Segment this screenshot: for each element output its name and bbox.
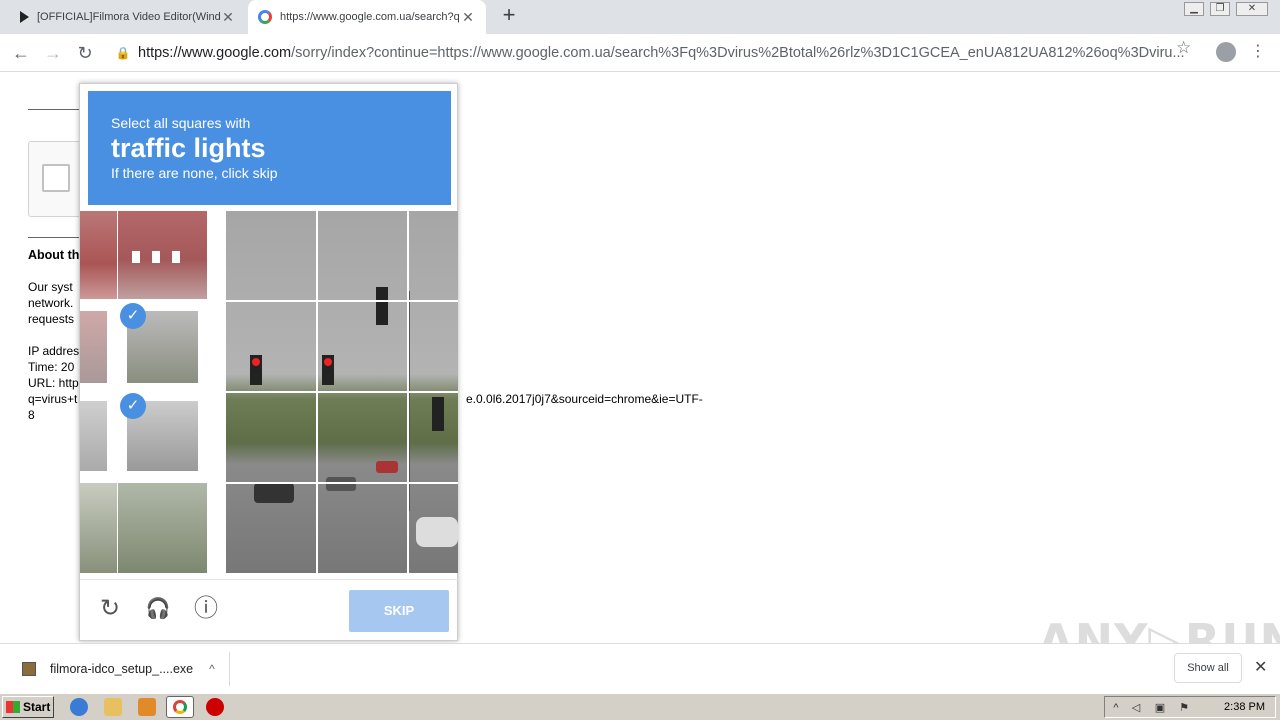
ie-icon[interactable] [70,698,88,716]
captcha-challenge: Select all squares with traffic lights I… [79,83,458,641]
about-heading: About th [28,248,80,262]
captcha-hint: If there are none, click skip [111,165,278,181]
captcha-tile[interactable] [118,211,207,299]
headphones-icon[interactable]: 🎧 [143,594,173,624]
flag-icon[interactable]: ⚑ [1177,701,1191,715]
captcha-tile[interactable] [80,311,107,383]
chrome-icon [173,700,187,714]
stop-icon[interactable] [206,698,224,716]
skip-button[interactable]: SKIP [349,590,449,632]
tab-strip: [OFFICIAL]Filmora Video Editor(Windows) … [0,0,1280,34]
close-icon[interactable]: ✕ [1254,657,1267,677]
show-all-button[interactable]: Show all [1174,653,1242,683]
folder-icon[interactable] [104,698,122,716]
reload-icon[interactable]: ↻ [95,594,125,624]
start-label: Start [23,700,51,714]
tab-title: [OFFICIAL]Filmora Video Editor(Windows) [37,11,220,23]
new-tab-button[interactable]: + [498,4,520,27]
page-text-line: URL: http [28,376,79,390]
check-icon: ✓ [120,303,146,329]
page-text-line: Time: 20 [28,360,75,374]
google-icon [258,10,272,24]
reload-icon[interactable]: ↻ [72,40,98,66]
page-text-line: network. [28,296,74,310]
taskbar: Start ^ ◁ ▣ ⚑ 2:38 PM [0,693,1280,720]
divider [28,237,80,238]
captcha-header: Select all squares with traffic lights I… [88,91,451,205]
page-text-line: 8 [28,408,35,422]
volume-icon[interactable]: ◁ [1129,701,1143,715]
url-tail-text: e.0.0l6.2017j0j7&sourceid=chrome&ie=UTF- [466,392,703,406]
back-icon[interactable]: ← [8,40,34,66]
close-icon[interactable]: ✕ [220,9,236,26]
network-icon[interactable]: ▣ [1153,701,1167,715]
tab-google-search[interactable]: https://www.google.com.ua/search?q=virus… [248,0,486,34]
address-bar[interactable]: 🔒 https://www.google.com/sorry/index?con… [108,38,1204,68]
clock[interactable]: 2:38 PM [1224,701,1265,713]
download-filename: filmora-idco_setup_....exe [50,662,194,676]
menu-icon[interactable]: ⋮ [1250,40,1266,64]
page-text-line: Our syst [28,280,73,294]
chrome-taskbar-button[interactable] [166,696,194,718]
recaptcha-checkbox[interactable] [42,164,70,192]
filmora-icon [20,11,29,23]
window-close-button[interactable]: ✕ [1236,2,1268,16]
windows-logo-icon [6,701,20,713]
browser-toolbar: ← → ↻ 🔒 https://www.google.com/sorry/ind… [0,34,1280,72]
captcha-image-grid: ✓ ✓ [80,211,458,573]
start-button[interactable]: Start [2,696,54,718]
divider [28,109,80,110]
media-player-icon[interactable] [138,698,156,716]
captcha-instruction: Select all squares with [111,115,251,131]
restore-button[interactable]: ❐ [1210,2,1230,16]
captcha-tile[interactable] [80,401,107,471]
page-text-line: IP addres [28,344,80,358]
captcha-footer: ↻ 🎧 ⓘ SKIP [80,579,458,641]
captcha-tile[interactable] [80,211,117,299]
download-item[interactable]: filmora-idco_setup_....exe ^ [12,652,230,686]
address-url: https://www.google.com/sorry/index?conti… [138,45,1185,61]
download-shelf: filmora-idco_setup_....exe ^ Show all ✕ [0,643,1280,693]
tab-filmora[interactable]: [OFFICIAL]Filmora Video Editor(Windows) … [10,0,246,34]
minimize-button[interactable]: ▁ [1184,2,1204,16]
captcha-tile[interactable] [118,483,207,573]
forward-icon[interactable]: → [40,40,66,66]
captcha-tile[interactable] [80,483,117,573]
profile-avatar[interactable] [1216,42,1236,62]
page-text-line: requests [28,312,75,326]
installer-icon [22,662,36,676]
tab-title: https://www.google.com.ua/search?q=virus [280,11,460,23]
info-icon[interactable]: ⓘ [191,594,221,624]
system-tray: ^ ◁ ▣ ⚑ 2:38 PM [1104,696,1276,718]
chevron-up-icon[interactable]: ^ [209,662,215,676]
check-icon: ✓ [120,393,146,419]
captcha-target: traffic lights [111,133,266,163]
tray-expand-icon[interactable]: ^ [1109,701,1123,715]
page-text-line: q=virus+t [28,392,78,406]
close-icon[interactable]: ✕ [460,9,476,26]
lock-icon: 🔒 [115,46,131,60]
